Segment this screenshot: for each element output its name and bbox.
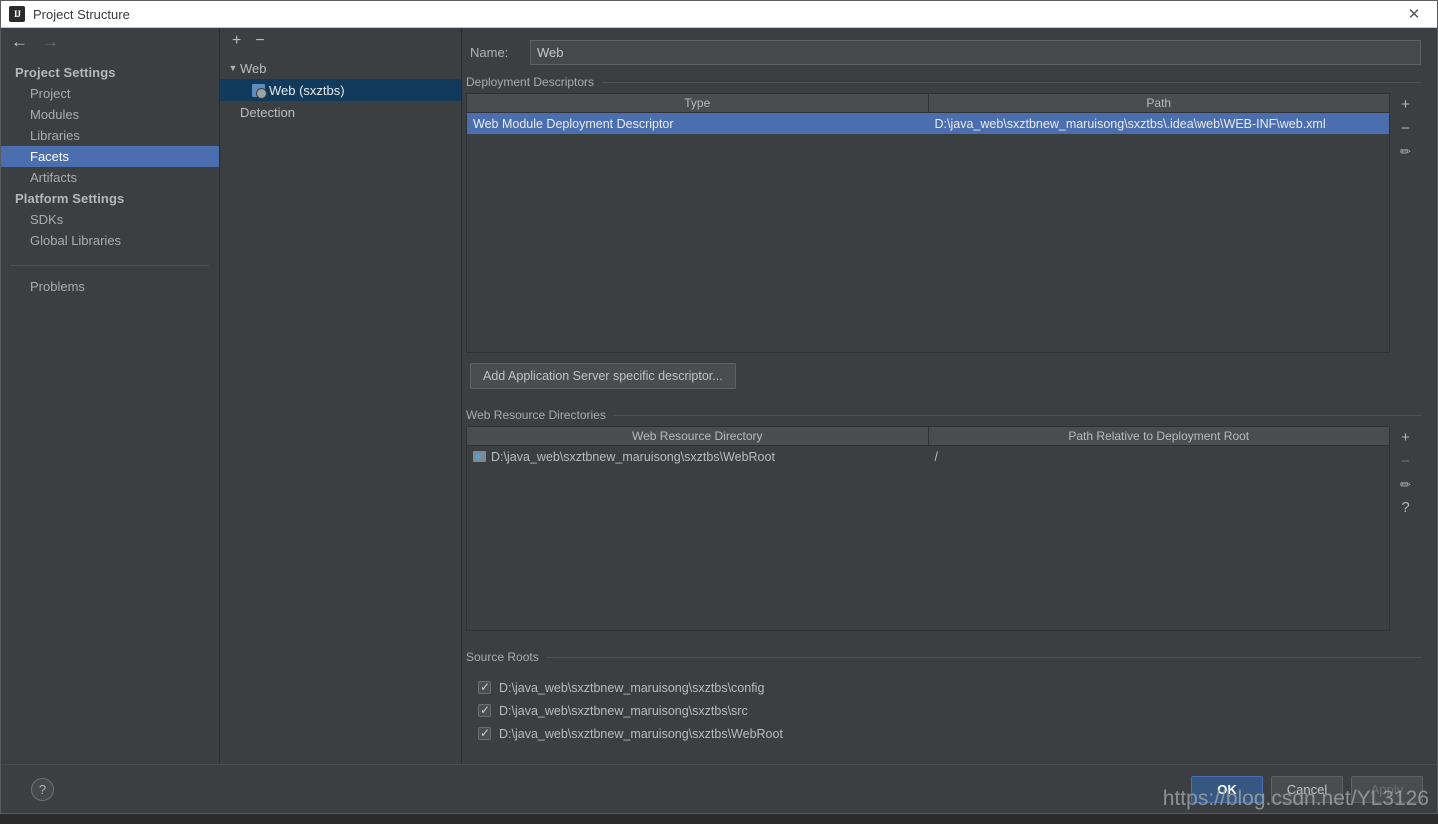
- cancel-button[interactable]: Cancel: [1271, 775, 1343, 803]
- apply-button[interactable]: Apply: [1351, 775, 1423, 803]
- deployment-descriptors-header: Deployment Descriptors: [466, 70, 1421, 93]
- facet-tree-toolbar: + −: [220, 28, 461, 54]
- ok-button[interactable]: OK: [1191, 775, 1263, 803]
- chevron-down-icon: ▼: [228, 63, 238, 73]
- deployment-table-header: Type Path: [467, 94, 1389, 113]
- facet-tree-pane: + − ▼ Web Web (sxztbs) Detection: [220, 28, 462, 764]
- sidebar-item-modules[interactable]: Modules: [1, 104, 219, 125]
- add-web-resource-icon[interactable]: +: [1401, 430, 1410, 445]
- edit-web-resource-icon[interactable]: ✏: [1400, 478, 1411, 491]
- folder-icon: [473, 450, 486, 462]
- window-title: Project Structure: [33, 6, 130, 22]
- close-icon[interactable]: ✕: [1391, 1, 1437, 27]
- help-web-resource-icon[interactable]: ?: [1401, 500, 1409, 515]
- name-label: Name:: [470, 44, 509, 60]
- nav-arrow-bar: ← →: [1, 28, 219, 54]
- list-item[interactable]: D:\java_web\sxztbnew_maruisong\sxztbs\sr…: [478, 699, 1421, 722]
- facet-tree-list: ▼ Web Web (sxztbs) Detection: [220, 54, 461, 764]
- web-resources-table: Web Resource Directory Path Relative to …: [466, 426, 1390, 631]
- web-resources-header: Web Resource Directories: [466, 403, 1421, 426]
- section-title: Source Roots: [466, 650, 539, 664]
- deployment-table-wrap: Type Path Web Module Deployment Descript…: [466, 93, 1421, 353]
- sidebar-item-problems[interactable]: Problems: [1, 276, 219, 297]
- sidebar-item-libraries[interactable]: Libraries: [1, 125, 219, 146]
- add-application-server-descriptor-button[interactable]: Add Application Server specific descript…: [470, 363, 736, 389]
- remove-descriptor-icon[interactable]: −: [1401, 121, 1410, 136]
- dialog-titlebar: IJ Project Structure ✕: [1, 1, 1437, 28]
- remove-web-resource-icon[interactable]: −: [1401, 454, 1410, 469]
- web-facet-icon: [252, 83, 267, 99]
- deployment-table: Type Path Web Module Deployment Descript…: [466, 93, 1390, 353]
- column-header-type[interactable]: Type: [467, 94, 929, 112]
- web-resources-side-toolbar: + − ✏ ?: [1390, 426, 1421, 631]
- add-descriptor-icon[interactable]: +: [1401, 97, 1410, 112]
- cell-path: D:\java_web\sxztbnew_maruisong\sxztbs\.i…: [934, 116, 1326, 131]
- cell-directory-text: D:\java_web\sxztbnew_maruisong\sxztbs\We…: [491, 449, 775, 464]
- sidebar-item-facets[interactable]: Facets: [1, 146, 219, 167]
- section-title: Deployment Descriptors: [466, 75, 595, 89]
- settings-nav-list: Project Settings Project Modules Librari…: [1, 54, 219, 764]
- back-arrow-icon[interactable]: ←: [11, 33, 28, 50]
- edit-descriptor-icon[interactable]: ✏: [1400, 145, 1411, 158]
- deployment-side-toolbar: + − ✏: [1390, 93, 1421, 353]
- cell-relative-path: /: [934, 449, 938, 464]
- tree-node-label: Web: [240, 60, 267, 76]
- table-row[interactable]: Web Module Deployment Descriptor D:\java…: [467, 113, 1389, 134]
- deployment-descriptors-section: Deployment Descriptors Type Path Web Mod…: [462, 70, 1437, 389]
- tree-node-detection[interactable]: Detection: [220, 101, 461, 123]
- nav-group-platform-settings: Platform Settings: [15, 191, 125, 206]
- name-input[interactable]: [530, 39, 1421, 65]
- tree-node-label: Detection: [240, 104, 295, 120]
- sidebar-item-artifacts[interactable]: Artifacts: [1, 167, 219, 188]
- add-descriptor-row: Add Application Server specific descript…: [466, 353, 1421, 389]
- checkbox-icon[interactable]: [478, 702, 491, 718]
- name-row: Name:: [462, 34, 1437, 70]
- web-resources-table-wrap: Web Resource Directory Path Relative to …: [466, 426, 1421, 631]
- add-facet-icon[interactable]: +: [232, 33, 241, 49]
- table-row[interactable]: D:\java_web\sxztbnew_maruisong\sxztbs\We…: [467, 446, 1389, 467]
- list-item[interactable]: D:\java_web\sxztbnew_maruisong\sxztbs\co…: [478, 676, 1421, 699]
- settings-nav-pane: ← → Project Settings Project Modules Lib…: [1, 28, 220, 764]
- dialog-body: ← → Project Settings Project Modules Lib…: [1, 28, 1437, 764]
- sidebar-item-project[interactable]: Project: [1, 83, 219, 104]
- column-header-path-relative[interactable]: Path Relative to Deployment Root: [929, 427, 1390, 445]
- section-rule: [613, 414, 1421, 416]
- section-rule: [546, 656, 1421, 658]
- cell-type: Web Module Deployment Descriptor: [473, 116, 674, 131]
- tree-node-web-group[interactable]: ▼ Web: [220, 57, 461, 79]
- checkbox-icon[interactable]: [478, 725, 491, 741]
- source-root-label: D:\java_web\sxztbnew_maruisong\sxztbs\sr…: [499, 703, 748, 718]
- section-rule: [602, 81, 1421, 83]
- web-resources-table-header: Web Resource Directory Path Relative to …: [467, 427, 1389, 446]
- nav-divider: [11, 265, 209, 266]
- list-item[interactable]: D:\java_web\sxztbnew_maruisong\sxztbs\We…: [478, 722, 1421, 745]
- checkbox-icon[interactable]: [478, 679, 491, 695]
- sidebar-item-sdks[interactable]: SDKs: [1, 209, 219, 230]
- project-structure-dialog: IJ Project Structure ✕ ← → Project Setti…: [0, 0, 1438, 814]
- cell-web-resource-directory: D:\java_web\sxztbnew_maruisong\sxztbs\We…: [467, 450, 929, 464]
- nav-group-project-settings: Project Settings: [15, 65, 116, 80]
- column-header-web-resource-directory[interactable]: Web Resource Directory: [467, 427, 929, 445]
- source-roots-list: D:\java_web\sxztbnew_maruisong\sxztbs\co…: [466, 668, 1421, 745]
- source-root-label: D:\java_web\sxztbnew_maruisong\sxztbs\co…: [499, 680, 765, 695]
- column-header-path[interactable]: Path: [929, 94, 1390, 112]
- source-root-label: D:\java_web\sxztbnew_maruisong\sxztbs\We…: [499, 726, 783, 741]
- tree-node-web-facet[interactable]: Web (sxztbs): [220, 79, 461, 101]
- remove-facet-icon[interactable]: −: [255, 33, 264, 49]
- forward-arrow-icon[interactable]: →: [42, 33, 59, 50]
- tree-node-label: Web (sxztbs): [269, 82, 345, 98]
- help-icon[interactable]: ?: [31, 777, 54, 801]
- intellij-logo-icon: IJ: [9, 6, 25, 22]
- source-roots-section: Source Roots D:\java_web\sxztbnew_maruis…: [462, 645, 1437, 745]
- web-resource-directories-section: Web Resource Directories Web Resource Di…: [462, 403, 1437, 631]
- sidebar-item-global-libraries[interactable]: Global Libraries: [1, 230, 219, 251]
- source-roots-header: Source Roots: [466, 645, 1421, 668]
- dialog-footer: ? OK Cancel Apply https://blog.csdn.net/…: [1, 764, 1437, 813]
- facet-detail-pane: Name: Deployment Descriptors Type Path: [462, 28, 1437, 764]
- section-title: Web Resource Directories: [466, 408, 606, 422]
